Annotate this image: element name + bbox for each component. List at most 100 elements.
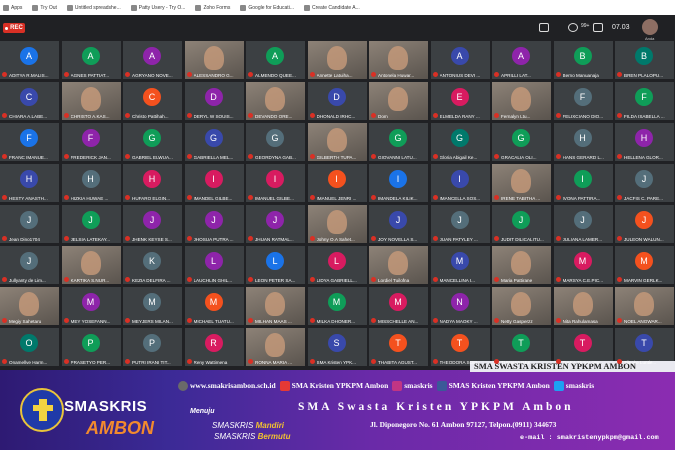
bookmark-item[interactable]: Apps	[3, 4, 22, 11]
participant-tile[interactable]: L LIDYA GABRIELL...	[307, 246, 367, 284]
participant-tile[interactable]: M MARVIN GERLK...	[615, 246, 674, 284]
participant-tile[interactable]: T THABITA AGUST...	[369, 328, 428, 366]
participant-tile[interactable]: J JUAN PATYLEY ...	[430, 205, 490, 243]
participant-tile[interactable]: A AGRYANO NOVE...	[123, 41, 182, 79]
participant-tile[interactable]: M MISSCHELLE AN...	[369, 287, 428, 325]
participant-tile[interactable]: C CHIARA A.LABE...	[0, 82, 59, 120]
participant-tile[interactable]: KARTIKA S.NUR...	[61, 246, 121, 284]
participant-tile[interactable]: J JELSIA LATEKAY...	[61, 205, 121, 243]
participant-tile[interactable]: G Gloria Abigail Ke...	[430, 123, 490, 161]
instagram-link[interactable]: smaskris	[392, 380, 433, 391]
participant-tile[interactable]: A ANTONIUS DEVI ...	[430, 41, 490, 79]
participant-tile[interactable]: Netty Gasperzz	[492, 287, 551, 325]
twitter-link[interactable]: smaskris	[553, 380, 594, 391]
participant-tile[interactable]: I IMANCELLA SOS...	[430, 164, 490, 202]
participant-tile[interactable]: H HIZKIA HUWAE ...	[61, 164, 121, 202]
participant-tile[interactable]: J JOY NOVELLA S...	[369, 205, 428, 243]
participant-tile[interactable]: R Reny Wattimena	[184, 328, 244, 366]
participant-tile[interactable]: G GRACALIA OLI...	[492, 123, 551, 161]
participant-tile[interactable]: B Berno Manuanaja	[553, 41, 613, 79]
participant-tile[interactable]: G GEORDYNA GAB...	[246, 123, 305, 161]
participant-tile[interactable]: A ADITYA R.MALIS...	[0, 41, 59, 79]
participant-tile[interactable]: Annette Latuiha...	[307, 41, 367, 79]
participant-tile[interactable]: B BREN PLALOPU...	[615, 41, 674, 79]
participant-tile[interactable]: M MILKA DHONER...	[307, 287, 367, 325]
participant-tile[interactable]: Lordiel Tuilofna	[369, 246, 428, 284]
participant-tile[interactable]: H HESTY ANASTH...	[0, 164, 59, 202]
participant-tile[interactable]: NOEL ANGWAR...	[615, 287, 674, 325]
facebook-link[interactable]: SMAS Kristen YPKPM Ambon	[436, 380, 550, 391]
participant-tile[interactable]: Antonela Huwar...	[369, 41, 428, 79]
participant-tile[interactable]: J JULIANA LAMER...	[553, 205, 613, 243]
participant-tile[interactable]: J JHUAN RATMAL...	[246, 205, 305, 243]
participant-tile[interactable]: P PUTRI IRANI TIT...	[123, 328, 182, 366]
avatar[interactable]	[642, 19, 658, 35]
participant-tile[interactable]: J Jullyanty de Lim...	[0, 246, 59, 284]
participant-tile[interactable]: I IMANDELA KILIK...	[369, 164, 428, 202]
participant-tile[interactable]: O Onamellve Harm...	[0, 328, 59, 366]
participant-tile[interactable]: T THINAYA REK...	[492, 328, 551, 366]
participant-tile[interactable]: H HANS GERARD L...	[553, 123, 613, 161]
participant-tile[interactable]: J JACFIS C. PARE...	[615, 164, 674, 202]
participant-tile[interactable]: L LAUCHLIN GHIL...	[184, 246, 244, 284]
participant-tile[interactable]: H HUFARO ELGIN...	[123, 164, 182, 202]
participant-tile[interactable]: M MEYJERS MILAN...	[123, 287, 182, 325]
bookmark-item[interactable]: Patty Usery - Try O...	[130, 4, 185, 11]
participant-tile[interactable]: J JULEON WALUN...	[615, 205, 674, 243]
participant-tile[interactable]: G GABRIELLA MEL...	[184, 123, 244, 161]
participant-tile[interactable]: J JUDIT DILICALITU...	[492, 205, 551, 243]
participant-tile[interactable]: I IVONA PATTIRA...	[553, 164, 613, 202]
bookmark-item[interactable]: Create Candidate A...	[303, 4, 360, 11]
participant-tile[interactable]: G GIOVANNI LATU...	[369, 123, 428, 161]
participant-tile[interactable]: T THEODORA SOFI...	[430, 328, 490, 366]
participant-tile[interactable]: M MICHAEL TUATU...	[184, 287, 244, 325]
participant-tile[interactable]: F FILDA ISABELLA ...	[615, 82, 674, 120]
participant-tile[interactable]: J JHOSUA PUTRA ...	[184, 205, 244, 243]
participant-tile[interactable]: J Jean Dino1704	[0, 205, 59, 243]
bookmark-item[interactable]: Untitled spreadshe...	[66, 4, 121, 11]
participant-tile[interactable]: Johny O.A Sahet...	[307, 205, 367, 243]
participant-tile[interactable]: H HELLENA GLOR...	[615, 123, 674, 161]
participant-tile[interactable]: P PRASETYO PER...	[61, 328, 121, 366]
participant-tile[interactable]: M MANCELLINA I...	[430, 246, 490, 284]
participant-tile[interactable]: L LEON PETER SA...	[246, 246, 305, 284]
participant-tile[interactable]: F FRANC IMANUE...	[0, 123, 59, 161]
participant-tile[interactable]: CHRISTO A.KAS...	[61, 82, 121, 120]
participant-tile[interactable]: F FELIXCIANO DIO...	[553, 82, 613, 120]
participant-tile[interactable]: K KEZIA DELFIRA ...	[123, 246, 182, 284]
participant-tile[interactable]: C Christo Pattihah...	[123, 82, 182, 120]
participant-tile[interactable]: Megiy Sahetaru	[0, 287, 59, 325]
participant-tile[interactable]: Nita Rahulamasa	[553, 287, 613, 325]
participant-tile[interactable]: ALESSANDRO G...	[184, 41, 244, 79]
participant-tile[interactable]: A APRILLI LAT...	[492, 41, 551, 79]
participant-tile[interactable]: G GABRIEL ELWUA...	[123, 123, 182, 161]
participant-tile[interactable]: RONNA MARIA ...	[246, 328, 305, 366]
participant-tile[interactable]: Dom	[369, 82, 428, 120]
participant-tile[interactable]: Fernalyn Ltu...	[492, 82, 551, 120]
participant-tile[interactable]: E ELMELDA RANY ...	[430, 82, 490, 120]
participant-tile[interactable]: D DERYL W SOUIS...	[184, 82, 244, 120]
participant-tile[interactable]: M MARSYA C.E.PIC...	[553, 246, 613, 284]
people-icon[interactable]	[568, 23, 578, 32]
bookmark-item[interactable]: Try Out	[32, 4, 57, 11]
website-link[interactable]: www.smakrisambon.sch.id	[178, 380, 276, 391]
participant-tile[interactable]: N NADYA MAOKY ...	[430, 287, 490, 325]
participant-tile[interactable]: A AGNES PATTIAT...	[61, 41, 121, 79]
participant-tile[interactable]: GILBERTH TUPA...	[307, 123, 367, 161]
participant-tile[interactable]: S SMA Kristen YPK...	[307, 328, 367, 366]
participant-tile[interactable]: I IMANUEL GILBE...	[246, 164, 305, 202]
bookmark-item[interactable]: Google for Educati...	[240, 4, 294, 11]
participant-tile[interactable]: I IMANDEL GILBE...	[184, 164, 244, 202]
participant-tile[interactable]: Maria Pattirane	[492, 246, 551, 284]
participant-tile[interactable]: DEVANDO ORE...	[246, 82, 305, 120]
chat-icon[interactable]	[593, 23, 603, 32]
participant-tile[interactable]: T Tiineke Luntie...	[615, 328, 674, 366]
participant-tile[interactable]: T TIARA TESALONI...	[553, 328, 613, 366]
participant-tile[interactable]: IRENE TABITHA ...	[492, 164, 551, 202]
participant-tile[interactable]: M MEY YOSEFANN...	[61, 287, 121, 325]
participant-tile[interactable]: F FREDERICK JAN...	[61, 123, 121, 161]
bookmark-item[interactable]: Zoho Forms	[195, 4, 230, 11]
participant-tile[interactable]: D DHONALD IRHC...	[307, 82, 367, 120]
participant-tile[interactable]: A ALMENDO QUEE...	[246, 41, 305, 79]
participant-tile[interactable]: I IMANUEL JENRI ...	[307, 164, 367, 202]
